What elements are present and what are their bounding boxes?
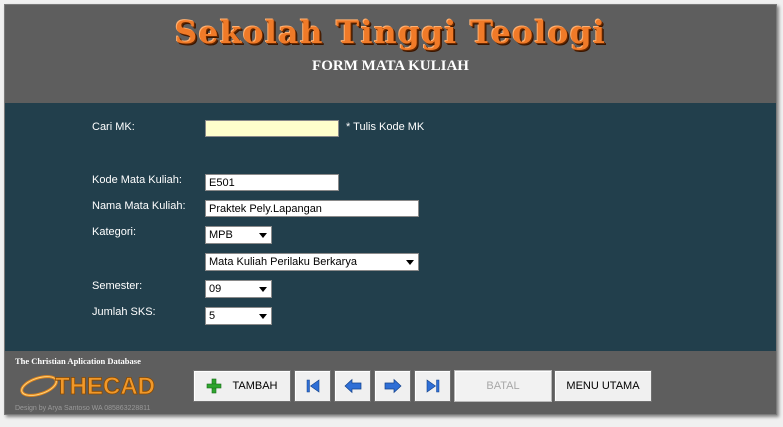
logo-text: THECAD: [55, 373, 155, 400]
semester-select-value: 09: [209, 283, 222, 295]
design-credit: Design by Arya Santoso WA 085863228811: [15, 405, 151, 412]
batal-button[interactable]: BATAL: [454, 370, 552, 402]
tambah-label: TAMBAH: [232, 380, 278, 392]
kategori-desc-value: Mata Kuliah Perilaku Berkarya: [209, 256, 357, 268]
semester-select[interactable]: 09: [205, 280, 272, 298]
search-label: Cari MK:: [92, 121, 135, 133]
sks-select-value: 5: [209, 310, 216, 322]
kategori-select-value: MPB: [209, 229, 233, 241]
next-record-button[interactable]: [374, 370, 411, 402]
prev-record-button[interactable]: [334, 370, 371, 402]
app-tagline: The Christian Aplication Database: [15, 356, 141, 366]
nama-input[interactable]: Praktek Pely.Lapangan: [205, 200, 419, 217]
kategori-desc-select[interactable]: Mata Kuliah Perilaku Berkarya: [205, 253, 419, 271]
nama-label: Nama Mata Kuliah:: [92, 200, 186, 212]
next-arrow-icon: [384, 378, 402, 394]
form-window: Sekolah Tinggi Teologi FORM MATA KULIAH …: [4, 4, 777, 415]
college-name: Sekolah Tinggi Teologi: [174, 15, 607, 51]
prev-arrow-icon: [343, 378, 361, 394]
search-hint: * Tulis Kode MK: [346, 121, 425, 133]
semester-label: Semester:: [92, 280, 143, 292]
kategori-label: Kategori:: [92, 226, 137, 238]
form-title: FORM MATA KULIAH: [312, 58, 469, 74]
chevron-down-icon: [406, 260, 414, 265]
plus-icon: [207, 378, 222, 394]
kode-input[interactable]: E501: [205, 174, 339, 191]
sks-label: Jumlah SKS:: [92, 306, 156, 318]
first-record-icon: [306, 379, 319, 393]
last-record-icon: [426, 379, 439, 393]
header: Sekolah Tinggi Teologi FORM MATA KULIAH: [5, 5, 776, 103]
menu-utama-button[interactable]: MENU UTAMA: [554, 370, 652, 402]
kode-label: Kode Mata Kuliah:: [92, 174, 182, 186]
tambah-button[interactable]: TAMBAH: [193, 370, 291, 402]
last-record-button[interactable]: [414, 370, 451, 402]
search-input[interactable]: [205, 120, 339, 137]
sks-select[interactable]: 5: [205, 307, 272, 325]
first-record-button[interactable]: [294, 370, 331, 402]
chevron-down-icon: [259, 314, 267, 319]
thecad-logo: THECAD: [20, 373, 155, 400]
chevron-down-icon: [259, 287, 267, 292]
kategori-select[interactable]: MPB: [205, 226, 272, 244]
chevron-down-icon: [259, 233, 267, 238]
form-panel: Cari MK: * Tulis Kode MK Kode Mata Kulia…: [5, 103, 776, 351]
footer: The Christian Aplication Database THECAD…: [5, 351, 776, 414]
